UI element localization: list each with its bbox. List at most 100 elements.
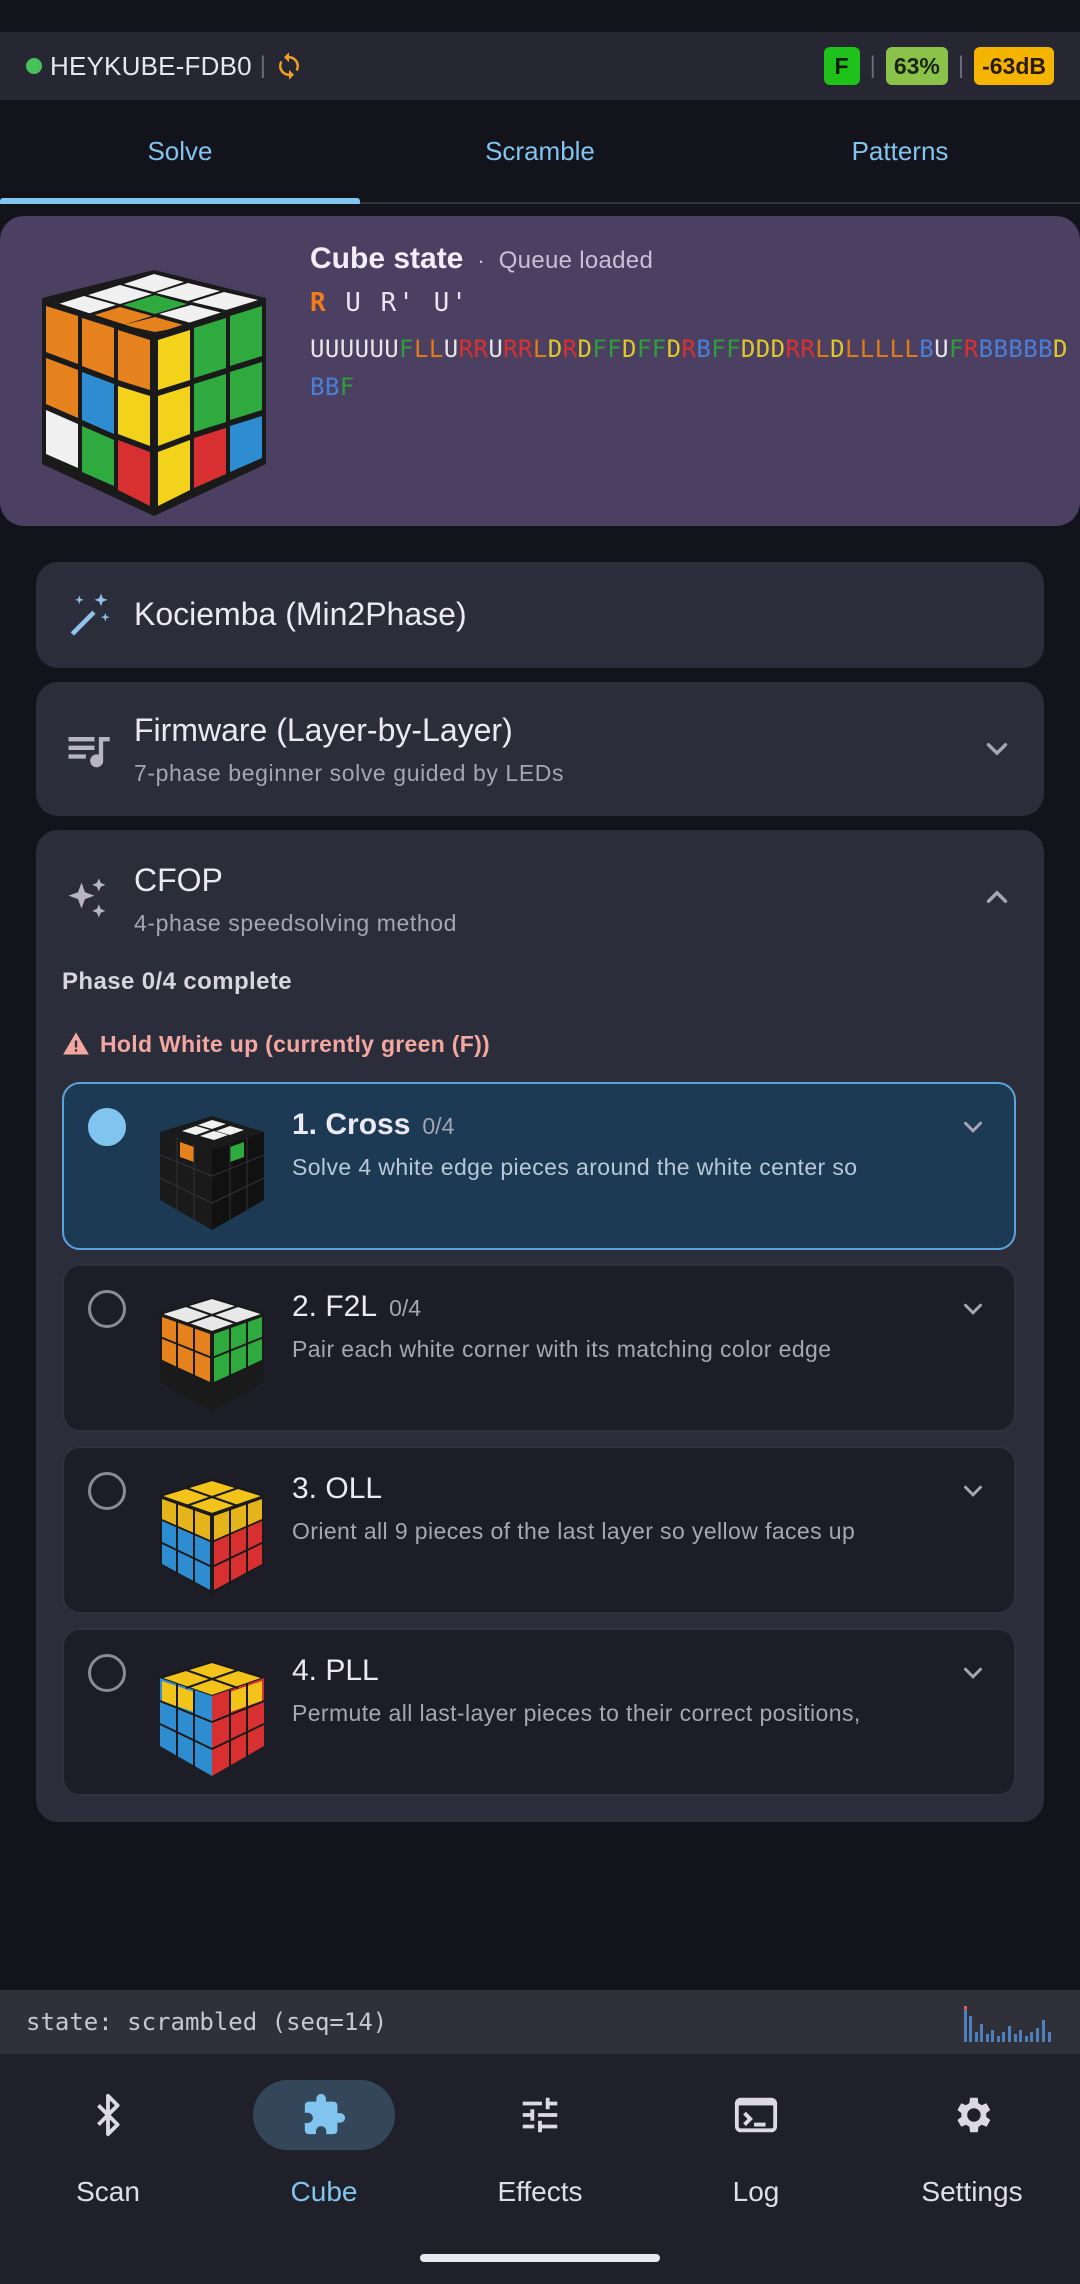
nav-label: Settings [921,2176,1023,2207]
method-card-cfop: CFOP 4-phase speedsolving method Phase 0… [36,830,1044,1822]
queue-music-icon [68,737,110,768]
chevron-down-icon[interactable] [958,1294,988,1324]
facelet-char: B [993,335,1009,363]
phase-pll[interactable]: 4. PLL Permute all last-layer pieces to … [62,1628,1016,1796]
home-gesture-indicator[interactable] [420,2254,660,2262]
phase-radio[interactable] [88,1654,126,1692]
nav-scan[interactable]: Scan [0,2054,216,2284]
phase-title: 3. OLL [292,1472,382,1506]
facelet-char: U [339,335,355,363]
battery-badge: 63% [885,47,948,85]
chevron-up-icon[interactable] [980,880,1014,914]
facelet-char: D [830,335,845,363]
phase-title-text: 1. Cross [292,1108,411,1141]
sliders-icon [522,2097,558,2133]
nav-log[interactable]: Log [648,2054,864,2284]
facelet-char: L [815,335,831,363]
facelet-char: L [428,335,444,363]
facelet-char: U [488,335,504,363]
facelet-char: R [458,335,474,363]
bottom-navigation: Scan Cube Effects Log Settings [0,2054,1080,2284]
facelet-char: B [1008,335,1024,363]
chevron-down-icon[interactable] [958,1476,988,1506]
facelet-char: U [384,335,400,363]
facelet-char: R [503,335,519,363]
facelet-char: R [473,335,489,363]
facelet-char: F [651,335,667,363]
facelet-char: U [354,335,370,363]
facelet-char: U [324,335,340,363]
phase-cross[interactable]: 1. Cross 0/4 Solve 4 white edge pieces ar… [62,1082,1016,1250]
facelet-string: UUUUUUFLLURRURRLDRDFFDFFDRBFFDDDRRLDLLLL… [310,330,1070,406]
orientation-warning: Hold White up (currently green (F)) [62,1030,490,1058]
method-card-firmware[interactable]: Firmware (Layer-by-Layer) 7-phase beginn… [36,682,1044,816]
phase-f2l[interactable]: 2. F2L 0/4 Pair each white corner with it… [62,1264,1016,1432]
nav-cube[interactable]: Cube [216,2054,432,2284]
queued-moves: R U R' U' [310,288,469,318]
sync-icon[interactable] [274,51,304,81]
facelet-char: D [740,335,756,363]
facelet-char: L [532,335,548,363]
facelet-char: B [1038,335,1053,363]
facelet-char: L [414,335,429,363]
facelet-char: B [324,373,340,401]
chevron-down-icon[interactable] [958,1658,988,1688]
header-separator: | [259,52,267,79]
phase-title-text: 2. F2L [292,1290,378,1323]
phase-description: Solve 4 white edge pieces around the whi… [292,1154,858,1180]
puzzle-piece-icon [304,2093,346,2135]
device-name[interactable]: HEYKUBE-FDB0 [50,51,252,82]
facelet-char: F [339,373,355,401]
cross-cube-thumbnail [159,1116,265,1230]
nav-settings[interactable]: Settings [864,2054,1080,2284]
nav-label: Effects [497,2176,583,2207]
method-card-kociemba[interactable]: Kociemba (Min2Phase) [36,562,1044,668]
chevron-down-icon[interactable] [980,732,1014,766]
tab-solve[interactable]: Solve [0,100,360,204]
cube-status-strip: state: scrambled (seq=14) [0,1990,1080,2054]
phase-radio[interactable] [88,1290,126,1328]
phase-oll[interactable]: 3. OLL Orient all 9 pieces of the last l… [62,1446,1016,1614]
title-dot-separator: · [477,248,485,273]
facelet-char: D [547,335,563,363]
main-tabs: Solve Scramble Patterns [0,100,1080,204]
facelet-char: F [399,335,415,363]
phase-title-text: 3. OLL [292,1472,383,1505]
oll-cube-thumbnail [156,1478,268,1594]
phase-description: Pair each white corner with its matching… [292,1336,832,1362]
tab-scramble[interactable]: Scramble [360,100,720,202]
cube-status-text: state: scrambled (seq=14) [26,2008,388,2036]
queue-status: Queue loaded [498,247,654,274]
facelet-char: R [681,335,697,363]
facelet-char: F [948,335,964,363]
firmware-subtitle: 7-phase beginner solve guided by LEDs [134,760,565,786]
phase-progress: Phase 0/4 complete [62,968,292,995]
facelet-char: L [844,335,860,363]
facelet-char: R [518,335,533,363]
front-face-badge: F [823,47,860,85]
phase-title: 1. Cross 0/4 [292,1108,454,1142]
connection-bar: HEYKUBE-FDB0 | F | 63% | -63dB [0,32,1080,100]
phase-radio[interactable] [88,1108,126,1146]
terminal-icon [734,2097,778,2133]
facelet-char: R [785,335,801,363]
phase-radio[interactable] [88,1472,126,1510]
badge-separator: | [869,52,876,79]
bluetooth-icon [97,2093,120,2137]
cfop-title[interactable]: CFOP [134,862,223,899]
cfop-subtitle: 4-phase speedsolving method [134,910,458,936]
magic-wand-icon [70,593,110,636]
phase-count: 0/4 [422,1113,455,1139]
phase-title: 4. PLL [292,1654,379,1688]
sparkles-icon [68,878,106,918]
cube-state-title-row: Cube state · Queue loaded [310,242,653,276]
nav-label: Cube [290,2176,358,2207]
facelet-char: U [443,335,459,363]
cube-3d-preview [42,270,266,516]
facelet-char: D [1052,335,1068,363]
nav-effects[interactable]: Effects [432,2054,648,2284]
chevron-down-icon[interactable] [958,1112,988,1142]
badge-separator: | [957,52,965,79]
facelet-char: D [666,335,682,363]
tab-patterns[interactable]: Patterns [720,100,1080,202]
